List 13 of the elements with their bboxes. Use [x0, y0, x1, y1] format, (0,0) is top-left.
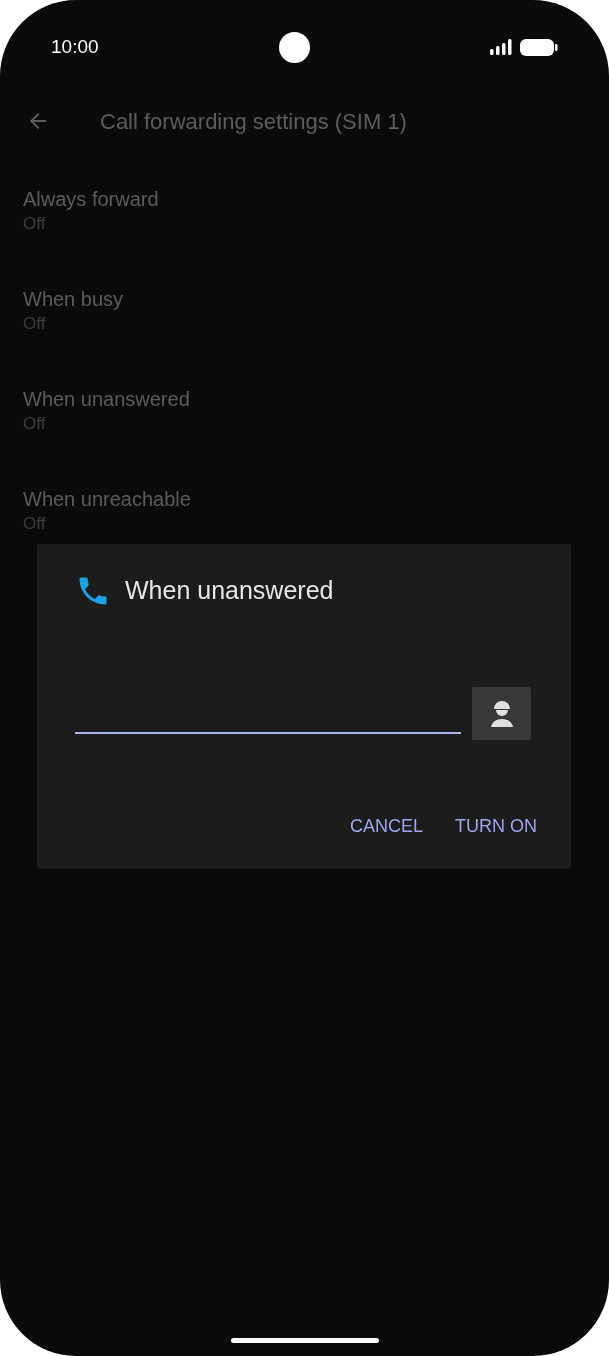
dialog-button[interactable]: TURN ON [445, 806, 547, 846]
battery-icon [520, 38, 558, 56]
status-time: 10:00 [51, 34, 99, 59]
screen-title: Call forwarding settings (SIM 1) [100, 107, 407, 136]
dialog-button[interactable]: CANCEL [339, 806, 433, 846]
setting-title[interactable]: When unreachable [23, 486, 609, 512]
dialog-title: When unanswered [125, 575, 334, 606]
signal-icon [490, 38, 512, 56]
camera-hole [278, 31, 310, 63]
setting-title[interactable]: When busy [23, 286, 609, 312]
setting-title[interactable]: Always forward [23, 186, 609, 212]
setting-title[interactable]: When unanswered [23, 386, 609, 412]
contacts-button[interactable] [472, 686, 531, 740]
